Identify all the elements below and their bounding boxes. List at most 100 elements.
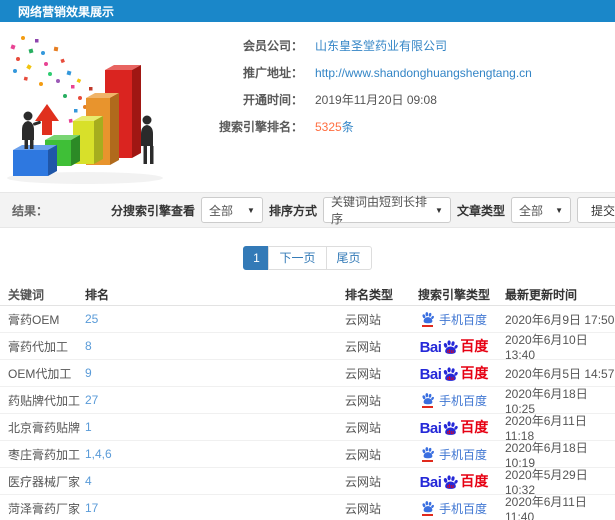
rank-link[interactable]: 1 xyxy=(85,420,345,434)
table-row: 北京膏药贴牌 1 云网站 Bai du 百度 2020年6月11日 11:18 xyxy=(0,414,615,443)
header-rank: 排名 xyxy=(85,287,110,302)
table-row: 膏药OEM 25 云网站 手机百度 2020年6月9日 17:50 xyxy=(0,306,615,333)
open-time-value: 2019年11月20日 09:08 xyxy=(315,93,437,107)
info-row-ranking-count: 搜索引擎排名： 5325条 xyxy=(185,113,615,140)
rank-link[interactable]: 1,4,6 xyxy=(85,447,345,461)
updated-cell: 2020年6月9日 17:50 xyxy=(505,312,615,327)
table-row: 医疗器械厂家 4 云网站 Bai du 百度 2020年5月29日 10:32 xyxy=(0,468,615,497)
filter-controls: 分搜索引擎查看 全部 ▼ 排序方式 关键词由短到长排序 ▼ 文章类型 全部 ▼ … xyxy=(110,195,615,226)
mobile-baidu-badge: 手机百度 xyxy=(421,392,487,409)
rank-link[interactable]: 9 xyxy=(85,366,345,380)
chevron-down-icon: ▼ xyxy=(555,205,563,215)
baidu-logo: Bai du 百度 xyxy=(419,419,489,437)
header-keyword: 关键词 xyxy=(8,287,45,302)
info-row-url: 推广地址： http://www.shandonghuangshengtang.… xyxy=(185,59,615,86)
keyword-cell: OEM代加工 xyxy=(8,366,72,381)
keyword-cell: 菏泽膏药厂家 xyxy=(8,501,81,516)
keyword-cell: 膏药OEM xyxy=(8,312,60,327)
rank-link[interactable]: 25 xyxy=(85,312,345,326)
engine-cell: 手机百度 xyxy=(403,392,505,409)
sort-select[interactable]: 关键词由短到长排序 ▼ xyxy=(322,195,451,226)
red-underline xyxy=(422,460,434,462)
last-page-button[interactable]: 尾页 xyxy=(325,245,372,270)
info-section: 会员公司： 山东皇圣堂药业有限公司 推广地址： http://www.shand… xyxy=(0,22,615,192)
baidu-paw-icon: du xyxy=(444,421,459,436)
red-underline xyxy=(422,325,434,327)
company-link[interactable]: 山东皇圣堂药业有限公司 xyxy=(315,37,447,54)
header-updated: 最新更新时间 xyxy=(505,287,578,302)
open-time-label: 开通时间： xyxy=(242,93,303,107)
result-label: 结果： xyxy=(12,203,49,218)
article-type-label: 文章类型 xyxy=(456,203,505,218)
mobile-baidu-paw-icon xyxy=(421,311,435,327)
header-engine-type: 搜索引擎类型 xyxy=(417,287,490,302)
promotion-url-label: 推广地址： xyxy=(242,66,303,80)
info-row-open-time: 开通时间： 2019年11月20日 09:08 xyxy=(185,86,615,113)
engine-cell: 手机百度 xyxy=(403,311,505,328)
baidu-paw-icon xyxy=(422,393,434,405)
mobile-baidu-badge: 手机百度 xyxy=(421,311,487,328)
table-row: OEM代加工 9 云网站 Bai du 百度 2020年6月5日 14:57 xyxy=(0,360,615,387)
baidu-logo: Bai du 百度 xyxy=(419,338,489,356)
red-underline xyxy=(422,406,434,408)
pagination: 1 下一页 尾页 xyxy=(0,228,615,283)
table-row: 药贴牌代加工 27 云网站 手机百度 2020年6月18日 10:25 xyxy=(0,387,615,416)
page-1-button[interactable]: 1 xyxy=(243,245,270,270)
sort-select-value: 关键词由短到长排序 xyxy=(330,195,427,226)
engine-cell: Bai du 百度 xyxy=(403,471,505,491)
chevron-down-icon: ▼ xyxy=(247,205,255,215)
rank-link[interactable]: 8 xyxy=(85,339,345,353)
baidu-paw-icon: du xyxy=(444,340,459,355)
promotion-url-link[interactable]: http://www.shandonghuangshengtang.cn xyxy=(315,66,532,80)
header-rank-type: 排名类型 xyxy=(345,287,394,302)
keyword-cell: 北京膏药贴牌 xyxy=(8,420,81,435)
rank-link[interactable]: 27 xyxy=(85,393,345,407)
red-underline xyxy=(422,514,434,516)
mobile-baidu-badge: 手机百度 xyxy=(421,500,487,517)
next-page-button[interactable]: 下一页 xyxy=(268,245,327,270)
rank-type-cell: 云网站 xyxy=(345,501,382,516)
table-row: 枣庄膏药加工 1,4,6 云网站 手机百度 2020年6月18日 10:19 xyxy=(0,441,615,470)
filter-bar: 结果： 分搜索引擎查看 全部 ▼ 排序方式 关键词由短到长排序 ▼ 文章类型 全… xyxy=(0,192,615,228)
engine-cell: Bai du 百度 xyxy=(403,336,505,356)
updated-cell: 2020年6月10日 13:40 xyxy=(505,332,588,362)
rank-type-cell: 云网站 xyxy=(345,474,382,489)
baidu-logo: Bai du 百度 xyxy=(419,473,489,491)
rank-type-cell: 云网站 xyxy=(345,393,382,408)
mobile-baidu-paw-icon xyxy=(421,392,435,408)
rank-type-cell: 云网站 xyxy=(345,339,382,354)
engine-select[interactable]: 全部 ▼ xyxy=(200,197,263,223)
updated-cell: 2020年6月5日 14:57 xyxy=(505,366,615,381)
table-header-row: 关键词 排名 排名类型 搜索引擎类型 最新更新时间 xyxy=(0,283,615,306)
table-row: 膏药代加工 8 云网站 Bai du 百度 2020年6月10日 13:40 xyxy=(0,332,615,362)
bar-chart-growth-image xyxy=(7,36,163,184)
engine-cell: 手机百度 xyxy=(403,446,505,463)
rank-type-cell: 云网站 xyxy=(345,447,382,462)
table-row: 菏泽膏药厂家 17 云网站 手机百度 2020年6月11日 11:40 xyxy=(0,495,615,520)
article-type-select-value: 全部 xyxy=(518,203,543,218)
updated-cell: 2020年6月11日 11:40 xyxy=(505,494,587,520)
baidu-paw-icon: du xyxy=(444,367,459,382)
keyword-cell: 医疗器械厂家 xyxy=(8,474,81,489)
mobile-baidu-paw-icon xyxy=(421,446,435,462)
info-row-company: 会员公司： 山东皇圣堂药业有限公司 xyxy=(185,32,615,59)
submit-button[interactable]: 提交 xyxy=(576,197,615,223)
ranking-count-label: 搜索引擎排名： xyxy=(218,120,303,134)
rank-link[interactable]: 4 xyxy=(85,474,345,488)
engine-filter-label: 分搜索引擎查看 xyxy=(110,203,195,218)
growth-chart-illustration xyxy=(0,28,185,190)
engine-cell: 手机百度 xyxy=(403,500,505,517)
engine-select-value: 全部 xyxy=(208,203,233,218)
baidu-paw-icon xyxy=(422,447,434,459)
baidu-logo: Bai du 百度 xyxy=(419,365,489,383)
keyword-cell: 药贴牌代加工 xyxy=(8,393,81,408)
keyword-cell: 枣庄膏药加工 xyxy=(8,447,81,462)
chevron-down-icon: ▼ xyxy=(435,205,443,215)
page-header: 网络营销效果展示 xyxy=(0,0,615,22)
article-type-select[interactable]: 全部 ▼ xyxy=(510,197,571,223)
svg-text:du: du xyxy=(447,430,454,436)
sort-filter-label: 排序方式 xyxy=(268,203,317,218)
company-label: 会员公司： xyxy=(242,39,303,53)
baidu-paw-icon xyxy=(422,501,434,513)
rank-link[interactable]: 17 xyxy=(85,501,345,515)
